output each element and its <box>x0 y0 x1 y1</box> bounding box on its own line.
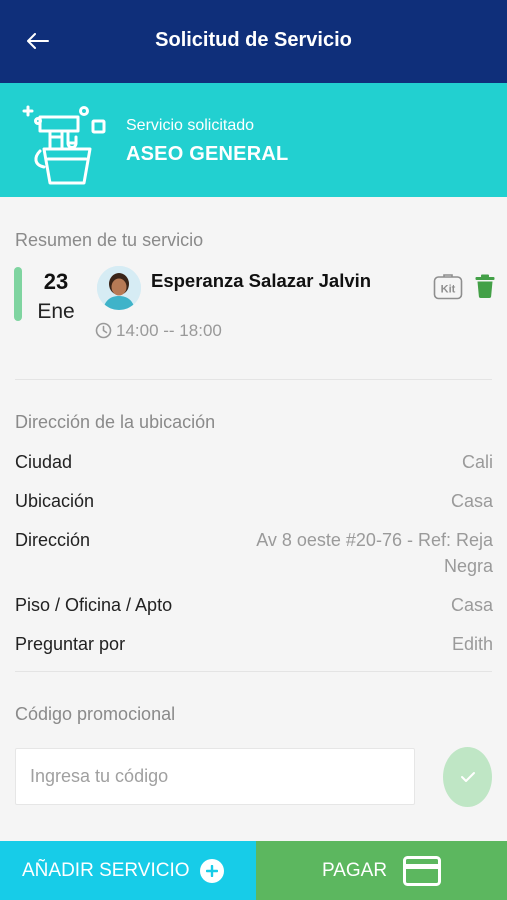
service-name: ASEO GENERAL <box>126 143 289 165</box>
credit-card-icon <box>403 855 442 886</box>
pay-label: PAGAR <box>321 859 388 881</box>
promo-title: Código promocional <box>15 704 176 724</box>
floor-label: Piso / Oficina / Apto <box>15 595 173 615</box>
location-label: Ubicación <box>15 491 95 511</box>
promo-code-input[interactable] <box>15 748 415 805</box>
trash-icon[interactable] <box>475 274 495 298</box>
add-service-label: AÑADIR SERVICIO <box>22 859 190 881</box>
floor-value: Casa <box>450 595 493 615</box>
page-title: Solicitud de Servicio <box>155 29 352 51</box>
location-value: Casa <box>450 491 493 511</box>
service-banner: Servicio solicitado ASEO GENERAL <box>0 83 507 197</box>
plus-circle-icon <box>199 858 224 883</box>
divider <box>15 379 492 380</box>
check-icon <box>460 772 475 782</box>
avatar <box>97 266 141 310</box>
city-value: Cali <box>461 452 493 472</box>
date-accent-bar <box>14 267 22 321</box>
add-service-button[interactable]: AÑADIR SERVICIO <box>0 841 256 900</box>
address-value: Av 8 oeste #20-76 - Ref: Reja Negra <box>256 530 493 576</box>
date-month: Ene <box>37 300 75 323</box>
divider <box>15 671 492 672</box>
ask-for-value: Edith <box>451 634 493 654</box>
address-title: Dirección de la ubicación <box>15 412 216 432</box>
cleaning-bucket-icon <box>22 105 106 185</box>
clock-icon <box>95 322 112 339</box>
kit-label: Kit <box>441 284 456 296</box>
address-label: Dirección <box>15 530 91 550</box>
date-day: 23 <box>43 269 69 294</box>
time-range: 14:00 -- 18:00 <box>116 321 222 340</box>
kit-icon[interactable]: Kit <box>433 272 463 300</box>
summary-title: Resumen de tu servicio <box>15 230 204 250</box>
service-caption: Servicio solicitado <box>126 117 255 134</box>
city-label: Ciudad <box>15 452 73 472</box>
ask-for-label: Preguntar por <box>15 634 126 654</box>
pay-button[interactable]: PAGAR <box>256 841 507 900</box>
apply-promo-button[interactable] <box>443 747 492 807</box>
worker-photo <box>97 266 141 310</box>
app-bar: Solicitud de Servicio <box>0 0 507 83</box>
content: Resumen de tu servicio 23 Ene Esperanza … <box>0 197 507 841</box>
worker-name: Esperanza Salazar Jalvin <box>151 270 372 291</box>
